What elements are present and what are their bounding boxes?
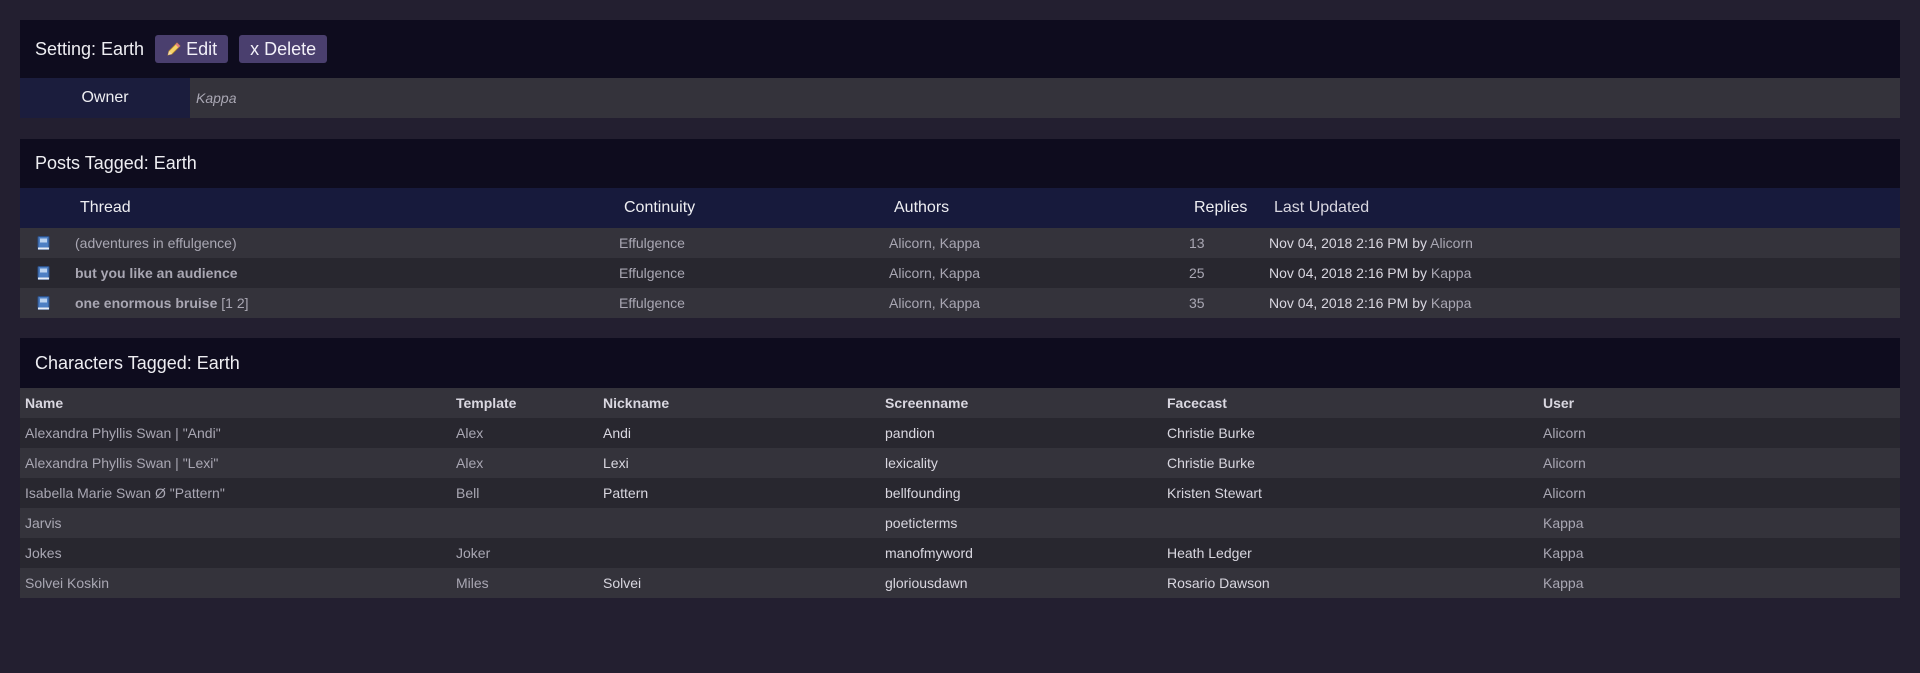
screenname-cell: pandion — [885, 425, 935, 441]
character-name-link[interactable]: Alexandra Phyllis Swan | "Andi" — [25, 425, 221, 441]
edit-button[interactable]: Edit — [155, 35, 229, 63]
posts-title: Posts Tagged: Earth — [35, 153, 197, 173]
header-last-updated: Last Updated — [1274, 199, 1370, 216]
header-user: User — [1543, 395, 1575, 411]
facecast-cell: Heath Ledger — [1167, 545, 1252, 561]
header-thread: Thread — [80, 199, 131, 216]
book-icon — [37, 266, 50, 281]
header-screenname: Screenname — [885, 395, 969, 411]
continuity-link[interactable]: Effulgence — [619, 235, 685, 251]
table-row: but you like an audience Effulgence Alicor… — [20, 258, 1900, 288]
template-link[interactable]: Joker — [456, 545, 490, 561]
screenname-cell: lexicality — [885, 455, 938, 471]
setting-header: Setting: Earth Edit x Delete — [20, 20, 1900, 78]
table-row: Isabella Marie Swan Ø "Pattern" Bell Patte… — [20, 478, 1900, 508]
setting-panel: Setting: Earth Edit x Delete Owner Kappa — [20, 20, 1900, 118]
thread-cell: (adventures in effulgence) — [75, 235, 237, 251]
user-link[interactable]: Alicorn — [1543, 425, 1586, 441]
facecast-cell: Christie Burke — [1167, 455, 1255, 471]
character-name-link[interactable]: Alexandra Phyllis Swan | "Lexi" — [25, 455, 218, 471]
character-name-link[interactable]: Jokes — [25, 545, 62, 561]
authors-cell[interactable]: Alicorn, Kappa — [889, 235, 980, 251]
characters-panel: Characters Tagged: Earth Name Template N… — [20, 338, 1900, 598]
thread-link[interactable]: but you like an audience — [75, 265, 238, 281]
table-row: Alexandra Phyllis Swan | "Andi" Alex Andi p… — [20, 418, 1900, 448]
last-updated-cell: Nov 04, 2018 2:16 PM by Kappa — [1269, 295, 1471, 311]
table-row: Jokes Joker manofmyword Heath Ledger Kappa — [20, 538, 1900, 568]
facecast-cell: Rosario Dawson — [1167, 575, 1270, 591]
table-row: (adventures in effulgence) Effulgence Alic… — [20, 228, 1900, 258]
nickname-cell: Solvei — [603, 575, 642, 591]
character-name-link[interactable]: Isabella Marie Swan Ø "Pattern" — [25, 485, 225, 501]
header-authors: Authors — [894, 199, 950, 216]
template-link[interactable]: Miles — [456, 575, 489, 591]
header-name: Name — [25, 395, 64, 411]
last-updated-user[interactable]: Kappa — [1431, 295, 1471, 311]
screenname-cell: gloriousdawn — [885, 575, 968, 591]
user-link[interactable]: Kappa — [1543, 515, 1583, 531]
book-icon — [37, 236, 50, 251]
nickname-cell: Lexi — [603, 455, 629, 471]
character-name-link[interactable]: Solvei Koskin — [25, 575, 109, 591]
header-template: Template — [456, 395, 517, 411]
replies-count: 35 — [1189, 295, 1205, 311]
thread-cell: but you like an audience — [75, 265, 238, 281]
posts-header: Posts Tagged: Earth — [20, 139, 1900, 188]
header-nickname: Nickname — [603, 395, 670, 411]
thread-cell: one enormous bruise [1 2] — [75, 295, 249, 311]
authors-cell[interactable]: Alicorn, Kappa — [889, 265, 980, 281]
pencil-icon — [167, 42, 181, 56]
nickname-cell: Pattern — [603, 485, 649, 501]
replies-count: 13 — [1189, 235, 1205, 251]
book-icon — [37, 296, 50, 311]
delete-button[interactable]: x Delete — [239, 35, 328, 63]
table-row: one enormous bruise [1 2] Effulgence Alico… — [20, 288, 1900, 318]
authors-cell[interactable]: Alicorn, Kappa — [889, 295, 980, 311]
character-name-link[interactable]: Jarvis — [25, 515, 62, 531]
characters-title: Characters Tagged: Earth — [35, 352, 240, 373]
facecast-cell: Kristen Stewart — [1167, 485, 1262, 501]
header-replies: Replies — [1194, 199, 1248, 216]
last-updated-user[interactable]: Alicorn — [1430, 235, 1473, 251]
owner-row: Owner Kappa — [20, 78, 1900, 118]
thread-link[interactable]: (adventures in effulgence) — [75, 235, 237, 251]
header-facecast: Facecast — [1167, 395, 1227, 411]
continuity-link[interactable]: Effulgence — [619, 295, 685, 311]
last-updated-time[interactable]: Nov 04, 2018 2:16 PM by — [1269, 265, 1431, 281]
owner-label: Owner — [20, 78, 190, 118]
edit-label: Edit — [186, 38, 218, 59]
posts-panel: Posts Tagged: Earth Thread Continuity Au… — [20, 139, 1900, 318]
last-updated-time[interactable]: Nov 04, 2018 2:16 PM by — [1269, 295, 1431, 311]
template-link[interactable]: Alex — [456, 455, 483, 471]
table-row: Alexandra Phyllis Swan | "Lexi" Alex Lexi l… — [20, 448, 1900, 478]
characters-table-header: Name Template Nickname Screenname Faceca… — [20, 388, 1900, 418]
table-row: Solvei Koskin Miles Solvei gloriousdawn Rosa… — [20, 568, 1900, 598]
setting-title: Setting: Earth — [35, 38, 145, 59]
user-link[interactable]: Alicorn — [1543, 455, 1586, 471]
replies-count: 25 — [1189, 265, 1205, 281]
posts-table-header: Thread Continuity Authors Replies Last U… — [20, 188, 1900, 228]
template-link[interactable]: Bell — [456, 485, 479, 501]
screenname-cell: bellfounding — [885, 485, 961, 501]
continuity-link[interactable]: Effulgence — [619, 265, 685, 281]
last-updated-user[interactable]: Kappa — [1431, 265, 1471, 281]
nickname-cell: Andi — [603, 425, 632, 441]
last-updated-cell: Nov 04, 2018 2:16 PM by Alicorn — [1269, 235, 1473, 251]
thread-link[interactable]: one enormous bruise — [75, 295, 217, 311]
last-updated-time[interactable]: Nov 04, 2018 2:16 PM by — [1269, 235, 1430, 251]
user-link[interactable]: Kappa — [1543, 575, 1583, 591]
characters-header: Characters Tagged: Earth — [20, 338, 1900, 388]
last-updated-cell: Nov 04, 2018 2:16 PM by Kappa — [1269, 265, 1471, 281]
user-link[interactable]: Alicorn — [1543, 485, 1586, 501]
facecast-cell: Christie Burke — [1167, 425, 1255, 441]
thread-pages[interactable]: [1 2] — [217, 295, 248, 311]
template-link[interactable]: Alex — [456, 425, 483, 441]
user-link[interactable]: Kappa — [1543, 545, 1583, 561]
header-continuity: Continuity — [624, 199, 696, 216]
screenname-cell: poeticterms — [885, 515, 958, 531]
table-row: Jarvis poeticterms Kappa — [20, 508, 1900, 538]
owner-value[interactable]: Kappa — [190, 78, 1900, 118]
screenname-cell: manofmyword — [885, 545, 973, 561]
